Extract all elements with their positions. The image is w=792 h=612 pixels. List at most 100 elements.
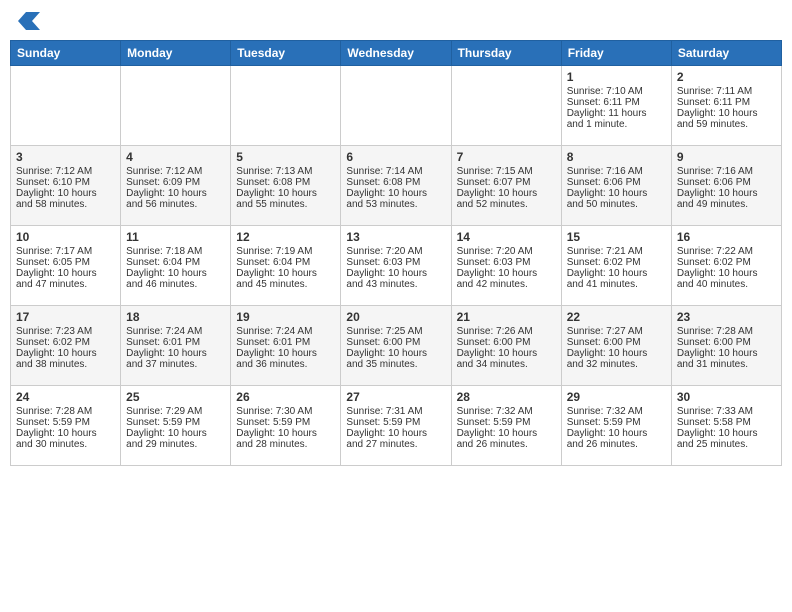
cell-info: Daylight: 10 hours — [457, 428, 556, 439]
cell-info: Daylight: 10 hours — [567, 268, 666, 279]
calendar-cell — [121, 66, 231, 146]
cell-info: and 59 minutes. — [677, 119, 776, 130]
cell-info: and 28 minutes. — [236, 439, 335, 450]
cell-info: Sunset: 6:02 PM — [567, 257, 666, 268]
calendar-week-3: 10Sunrise: 7:17 AMSunset: 6:05 PMDayligh… — [11, 226, 782, 306]
cell-info: Daylight: 10 hours — [236, 348, 335, 359]
cell-info: Sunset: 6:11 PM — [567, 97, 666, 108]
day-number: 4 — [126, 150, 225, 164]
cell-info: and 55 minutes. — [236, 199, 335, 210]
cell-info: Sunrise: 7:13 AM — [236, 166, 335, 177]
cell-info: Daylight: 10 hours — [16, 268, 115, 279]
cell-info: Sunset: 6:00 PM — [457, 337, 556, 348]
day-number: 18 — [126, 310, 225, 324]
cell-info: Daylight: 10 hours — [457, 268, 556, 279]
cell-info: Sunset: 5:59 PM — [16, 417, 115, 428]
cell-info: Sunrise: 7:24 AM — [236, 326, 335, 337]
day-number: 20 — [346, 310, 445, 324]
cell-info: Sunrise: 7:23 AM — [16, 326, 115, 337]
calendar-cell: 25Sunrise: 7:29 AMSunset: 5:59 PMDayligh… — [121, 386, 231, 466]
cell-info: Sunset: 6:05 PM — [16, 257, 115, 268]
cell-info: Sunrise: 7:30 AM — [236, 406, 335, 417]
cell-info: Sunrise: 7:16 AM — [677, 166, 776, 177]
calendar-table: SundayMondayTuesdayWednesdayThursdayFrid… — [10, 40, 782, 466]
cell-info: Sunrise: 7:22 AM — [677, 246, 776, 257]
cell-info: Sunset: 6:11 PM — [677, 97, 776, 108]
logo-flag-icon — [12, 10, 40, 32]
cell-info: Sunrise: 7:16 AM — [567, 166, 666, 177]
cell-info: and 40 minutes. — [677, 279, 776, 290]
cell-info: Daylight: 10 hours — [346, 268, 445, 279]
day-number: 1 — [567, 70, 666, 84]
calendar-week-2: 3Sunrise: 7:12 AMSunset: 6:10 PMDaylight… — [11, 146, 782, 226]
cell-info: and 53 minutes. — [346, 199, 445, 210]
cell-info: Sunrise: 7:24 AM — [126, 326, 225, 337]
cell-info: Daylight: 10 hours — [457, 188, 556, 199]
cell-info: Sunset: 6:10 PM — [16, 177, 115, 188]
day-number: 17 — [16, 310, 115, 324]
cell-info: Sunset: 6:00 PM — [677, 337, 776, 348]
day-number: 28 — [457, 390, 556, 404]
weekday-header-sunday: Sunday — [11, 41, 121, 66]
cell-info: Daylight: 10 hours — [236, 188, 335, 199]
calendar-cell — [341, 66, 451, 146]
cell-info: Sunrise: 7:28 AM — [677, 326, 776, 337]
cell-info: Sunset: 6:04 PM — [126, 257, 225, 268]
calendar-week-1: 1Sunrise: 7:10 AMSunset: 6:11 PMDaylight… — [11, 66, 782, 146]
cell-info: Sunrise: 7:15 AM — [457, 166, 556, 177]
day-number: 5 — [236, 150, 335, 164]
day-number: 14 — [457, 230, 556, 244]
cell-info: Daylight: 10 hours — [677, 108, 776, 119]
cell-info: Sunrise: 7:27 AM — [567, 326, 666, 337]
cell-info: and 38 minutes. — [16, 359, 115, 370]
cell-info: Daylight: 10 hours — [677, 348, 776, 359]
calendar-cell: 28Sunrise: 7:32 AMSunset: 5:59 PMDayligh… — [451, 386, 561, 466]
cell-info: Sunset: 5:59 PM — [236, 417, 335, 428]
weekday-header-saturday: Saturday — [671, 41, 781, 66]
cell-info: Sunrise: 7:33 AM — [677, 406, 776, 417]
cell-info: Sunset: 5:59 PM — [346, 417, 445, 428]
cell-info: Sunset: 5:58 PM — [677, 417, 776, 428]
cell-info: Sunrise: 7:10 AM — [567, 86, 666, 97]
day-number: 3 — [16, 150, 115, 164]
calendar-cell: 1Sunrise: 7:10 AMSunset: 6:11 PMDaylight… — [561, 66, 671, 146]
calendar-cell: 13Sunrise: 7:20 AMSunset: 6:03 PMDayligh… — [341, 226, 451, 306]
logo — [10, 10, 40, 32]
calendar-cell: 14 Sunrise: 7:20 AMSunset: 6:03 PMDayligh… — [451, 226, 561, 306]
calendar-cell: 21Sunrise: 7:26 AMSunset: 6:00 PMDayligh… — [451, 306, 561, 386]
cell-info: Sunrise: 7:19 AM — [236, 246, 335, 257]
calendar-cell: 23Sunrise: 7:28 AMSunset: 6:00 PMDayligh… — [671, 306, 781, 386]
calendar-cell: 7Sunrise: 7:15 AMSunset: 6:07 PMDaylight… — [451, 146, 561, 226]
calendar-cell — [11, 66, 121, 146]
cell-info: Daylight: 10 hours — [457, 348, 556, 359]
cell-info: Sunset: 6:02 PM — [16, 337, 115, 348]
cell-info: and 36 minutes. — [236, 359, 335, 370]
cell-info: Daylight: 10 hours — [346, 428, 445, 439]
cell-info: Sunset: 6:08 PM — [346, 177, 445, 188]
cell-info: Sunset: 5:59 PM — [567, 417, 666, 428]
calendar-cell: 5Sunrise: 7:13 AMSunset: 6:08 PMDaylight… — [231, 146, 341, 226]
cell-info: Sunrise: 7:11 AM — [677, 86, 776, 97]
weekday-header-thursday: Thursday — [451, 41, 561, 66]
day-number: 11 — [126, 230, 225, 244]
calendar-cell: 22Sunrise: 7:27 AMSunset: 6:00 PMDayligh… — [561, 306, 671, 386]
cell-info: and 37 minutes. — [126, 359, 225, 370]
cell-info: and 46 minutes. — [126, 279, 225, 290]
cell-info: Sunrise: 7:32 AM — [567, 406, 666, 417]
cell-info: and 27 minutes. — [346, 439, 445, 450]
cell-info: Sunrise: 7:20 AM — [457, 246, 556, 257]
cell-info: and 58 minutes. — [16, 199, 115, 210]
cell-info: Sunset: 6:06 PM — [567, 177, 666, 188]
cell-info: Sunset: 6:00 PM — [567, 337, 666, 348]
cell-info: Sunset: 6:03 PM — [457, 257, 556, 268]
calendar-cell — [231, 66, 341, 146]
cell-info: Daylight: 10 hours — [126, 268, 225, 279]
cell-info: Sunrise: 7:32 AM — [457, 406, 556, 417]
day-number: 6 — [346, 150, 445, 164]
cell-info: Sunset: 6:04 PM — [236, 257, 335, 268]
cell-info: and 26 minutes. — [457, 439, 556, 450]
cell-info: and 43 minutes. — [346, 279, 445, 290]
cell-info: Sunset: 6:02 PM — [677, 257, 776, 268]
calendar-cell: 11Sunrise: 7:18 AMSunset: 6:04 PMDayligh… — [121, 226, 231, 306]
weekday-header-tuesday: Tuesday — [231, 41, 341, 66]
